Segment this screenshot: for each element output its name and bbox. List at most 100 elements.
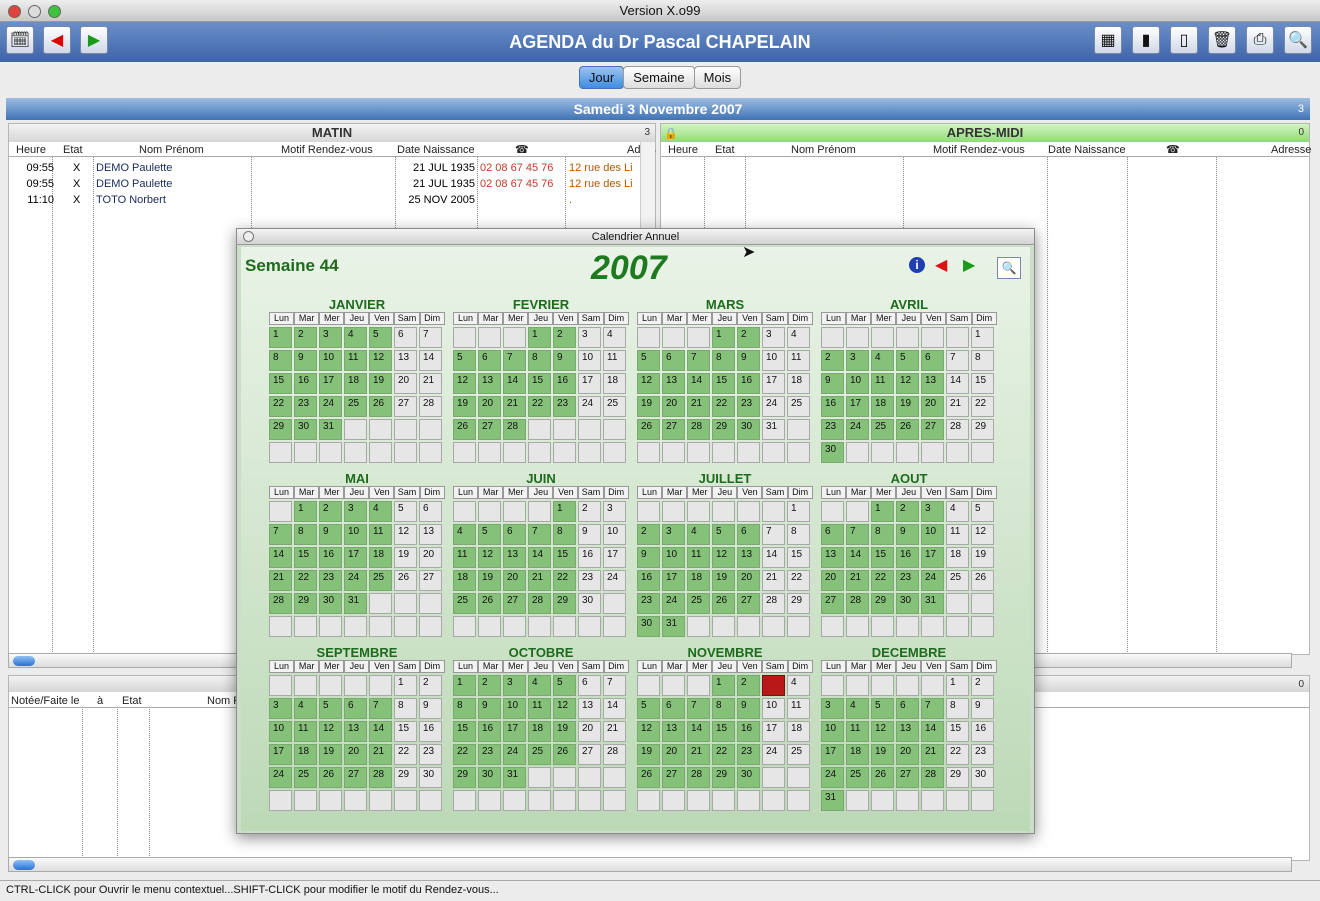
day-cell[interactable]: 7 <box>762 524 785 545</box>
col-notee[interactable]: Notée/Faite le <box>11 694 83 708</box>
day-cell[interactable]: 13 <box>478 373 501 394</box>
day-cell[interactable]: 10 <box>503 698 526 719</box>
day-cell[interactable]: 1 <box>871 501 894 522</box>
day-cell[interactable]: 12 <box>712 547 735 568</box>
day-cell[interactable]: 8 <box>871 524 894 545</box>
day-cell[interactable]: 16 <box>971 721 994 742</box>
day-cell[interactable]: 5 <box>871 698 894 719</box>
day-cell[interactable]: 2 <box>419 675 442 696</box>
day-cell[interactable]: 6 <box>478 350 501 371</box>
tab-jour[interactable]: Jour <box>578 66 625 89</box>
day-cell[interactable]: 4 <box>344 327 367 348</box>
day-cell[interactable]: 31 <box>503 767 526 788</box>
day-cell[interactable]: 31 <box>319 419 342 440</box>
day-cell[interactable]: 2 <box>971 675 994 696</box>
day-cell[interactable]: 2 <box>319 501 342 522</box>
day-cell[interactable]: 15 <box>269 373 292 394</box>
statistics-button[interactable]: ▮ <box>1132 26 1160 54</box>
day-cell[interactable]: 30 <box>821 442 844 463</box>
day-cell[interactable]: 12 <box>553 698 576 719</box>
day-cell[interactable]: 4 <box>294 698 317 719</box>
day-cell[interactable]: 30 <box>637 616 660 637</box>
day-cell[interactable]: 24 <box>821 767 844 788</box>
day-cell[interactable]: 25 <box>846 767 869 788</box>
day-cell[interactable]: 21 <box>687 396 710 417</box>
day-cell[interactable]: 19 <box>971 547 994 568</box>
day-cell[interactable]: 7 <box>687 698 710 719</box>
day-cell[interactable]: 24 <box>503 744 526 765</box>
day-cell[interactable]: 8 <box>712 350 735 371</box>
day-cell[interactable]: 10 <box>921 524 944 545</box>
day-cell[interactable]: 21 <box>603 721 626 742</box>
day-cell[interactable]: 10 <box>762 350 785 371</box>
day-cell[interactable]: 29 <box>712 767 735 788</box>
day-cell[interactable]: 17 <box>269 744 292 765</box>
day-cell[interactable]: 7 <box>846 524 869 545</box>
day-cell[interactable]: 23 <box>737 396 760 417</box>
day-cell[interactable]: 27 <box>578 744 601 765</box>
day-cell[interactable]: 5 <box>553 675 576 696</box>
day-cell[interactable]: 19 <box>896 396 919 417</box>
day-cell[interactable]: 18 <box>369 547 392 568</box>
day-cell[interactable]: 4 <box>603 327 626 348</box>
scroll-thumb[interactable] <box>13 656 35 666</box>
day-cell[interactable]: 5 <box>637 698 660 719</box>
day-cell[interactable]: 10 <box>344 524 367 545</box>
day-cell[interactable]: 13 <box>578 698 601 719</box>
day-cell[interactable]: 4 <box>687 524 710 545</box>
day-cell[interactable]: 7 <box>687 350 710 371</box>
day-cell[interactable]: 29 <box>946 767 969 788</box>
day-cell[interactable]: 23 <box>637 593 660 614</box>
day-cell[interactable]: 1 <box>712 327 735 348</box>
day-cell[interactable]: 28 <box>946 419 969 440</box>
day-cell[interactable]: 14 <box>528 547 551 568</box>
day-cell[interactable]: 19 <box>712 570 735 591</box>
day-cell[interactable]: 2 <box>578 501 601 522</box>
day-cell[interactable]: 26 <box>369 396 392 417</box>
day-cell[interactable]: 30 <box>737 419 760 440</box>
day-cell[interactable]: 23 <box>478 744 501 765</box>
table-row[interactable]: 09:55 X DEMO Paulette 21 JUL 1935 02 08 67 4… <box>9 160 641 176</box>
day-cell[interactable]: 6 <box>578 675 601 696</box>
day-cell[interactable]: 4 <box>846 698 869 719</box>
day-cell[interactable]: 11 <box>787 698 810 719</box>
scroll-thumb-bottom[interactable] <box>13 860 35 870</box>
day-cell[interactable]: 6 <box>503 524 526 545</box>
day-cell[interactable]: 27 <box>662 767 685 788</box>
day-cell[interactable]: 9 <box>578 524 601 545</box>
day-cell[interactable]: 27 <box>821 593 844 614</box>
col-etat[interactable]: Etat <box>63 143 93 157</box>
day-cell[interactable]: 5 <box>453 350 476 371</box>
day-cell[interactable]: 22 <box>712 744 735 765</box>
day-cell[interactable]: 28 <box>269 593 292 614</box>
day-cell[interactable]: 19 <box>478 570 501 591</box>
day-cell[interactable]: 15 <box>528 373 551 394</box>
day-cell[interactable]: 18 <box>787 721 810 742</box>
day-cell[interactable]: 1 <box>787 501 810 522</box>
day-cell[interactable]: 16 <box>637 570 660 591</box>
day-cell[interactable]: 24 <box>662 593 685 614</box>
day-cell[interactable]: 3 <box>344 501 367 522</box>
day-cell[interactable]: 19 <box>871 744 894 765</box>
day-cell[interactable]: 13 <box>821 547 844 568</box>
day-cell[interactable]: 21 <box>846 570 869 591</box>
day-cell[interactable]: 4 <box>946 501 969 522</box>
day-cell[interactable]: 28 <box>503 419 526 440</box>
day-cell[interactable]: 7 <box>369 698 392 719</box>
day-cell[interactable]: 11 <box>846 721 869 742</box>
day-cell[interactable]: 28 <box>762 593 785 614</box>
day-cell[interactable]: 1 <box>269 327 292 348</box>
day-cell[interactable]: 9 <box>737 350 760 371</box>
day-cell[interactable]: 12 <box>971 524 994 545</box>
day-cell[interactable]: 30 <box>294 419 317 440</box>
day-cell[interactable]: 15 <box>712 721 735 742</box>
day-cell[interactable]: 31 <box>821 790 844 811</box>
day-cell[interactable]: 6 <box>896 698 919 719</box>
day-cell[interactable]: 14 <box>419 350 442 371</box>
day-cell[interactable]: 29 <box>871 593 894 614</box>
day-cell[interactable]: 28 <box>603 744 626 765</box>
day-cell[interactable]: 26 <box>553 744 576 765</box>
day-cell[interactable]: 13 <box>896 721 919 742</box>
day-cell[interactable]: 13 <box>503 547 526 568</box>
day-cell[interactable]: 8 <box>453 698 476 719</box>
